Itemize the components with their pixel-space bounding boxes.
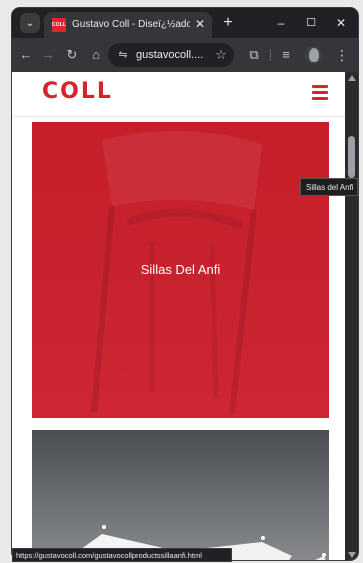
home-icon[interactable]: ⌂ [86,45,106,65]
hamburger-menu-icon[interactable] [312,83,328,101]
site-info-icon[interactable]: ⇋ [114,45,132,65]
forward-icon[interactable]: → [38,45,58,65]
product-card-second[interactable] [32,430,329,560]
toolbar-divider [270,49,271,61]
scroll-thumb[interactable] [348,136,355,178]
tab-search-button[interactable]: ⌄ [20,13,40,33]
site-logo[interactable]: COLL [42,77,113,107]
profile-avatar[interactable] [304,46,322,64]
media-control-icon[interactable]: ≡ [276,45,296,65]
reload-icon[interactable]: ↻ [62,45,82,65]
tab-title: Gustavo Coll - Diseï¿½ador de [72,19,190,30]
maximize-button[interactable]: ☐ [300,14,322,32]
address-bar[interactable]: ⇋ gustavocoll.... ☆ [108,43,234,67]
tab-strip: ⌄ COLL Gustavo Coll - Diseï¿½ador de ✕ +… [12,8,358,38]
scroll-up-icon[interactable] [348,75,356,81]
scroll-down-icon[interactable] [348,552,356,558]
page-viewport: COLL Sillas Del Anfi [12,72,358,560]
tab-close-icon[interactable]: ✕ [192,16,208,32]
product-card-label: Sillas Del Anfi [140,262,221,277]
page-scrollbar[interactable] [345,72,358,560]
back-icon[interactable]: ← [16,45,36,65]
browser-toolbar: ← → ↻ ⌂ ⇋ gustavocoll.... ☆ ⧉ ≡ ⋮ [12,38,358,72]
tab-active[interactable]: COLL Gustavo Coll - Diseï¿½ador de ✕ [44,12,212,38]
extensions-icon[interactable]: ⧉ [244,45,264,65]
new-tab-button[interactable]: + [218,13,238,33]
close-window-button[interactable]: ✕ [330,14,352,32]
hover-tooltip: Sillas del Anfi [300,178,358,196]
favicon-icon: COLL [52,18,66,32]
minimize-button[interactable]: – [270,14,292,32]
more-menu-icon[interactable]: ⋮ [332,45,352,65]
bookmark-star-icon[interactable]: ☆ [212,45,230,65]
product-card-sillas-del-anfi[interactable]: Sillas Del Anfi [32,122,329,418]
url-text[interactable]: gustavocoll.... [136,47,208,63]
browser-window: ⌄ COLL Gustavo Coll - Diseï¿½ador de ✕ +… [12,8,358,560]
site-header: COLL [12,72,345,117]
link-status-bar: https://gustavocoll.com/gustavocollprodu… [12,548,232,562]
product-photo-image [65,525,326,560]
